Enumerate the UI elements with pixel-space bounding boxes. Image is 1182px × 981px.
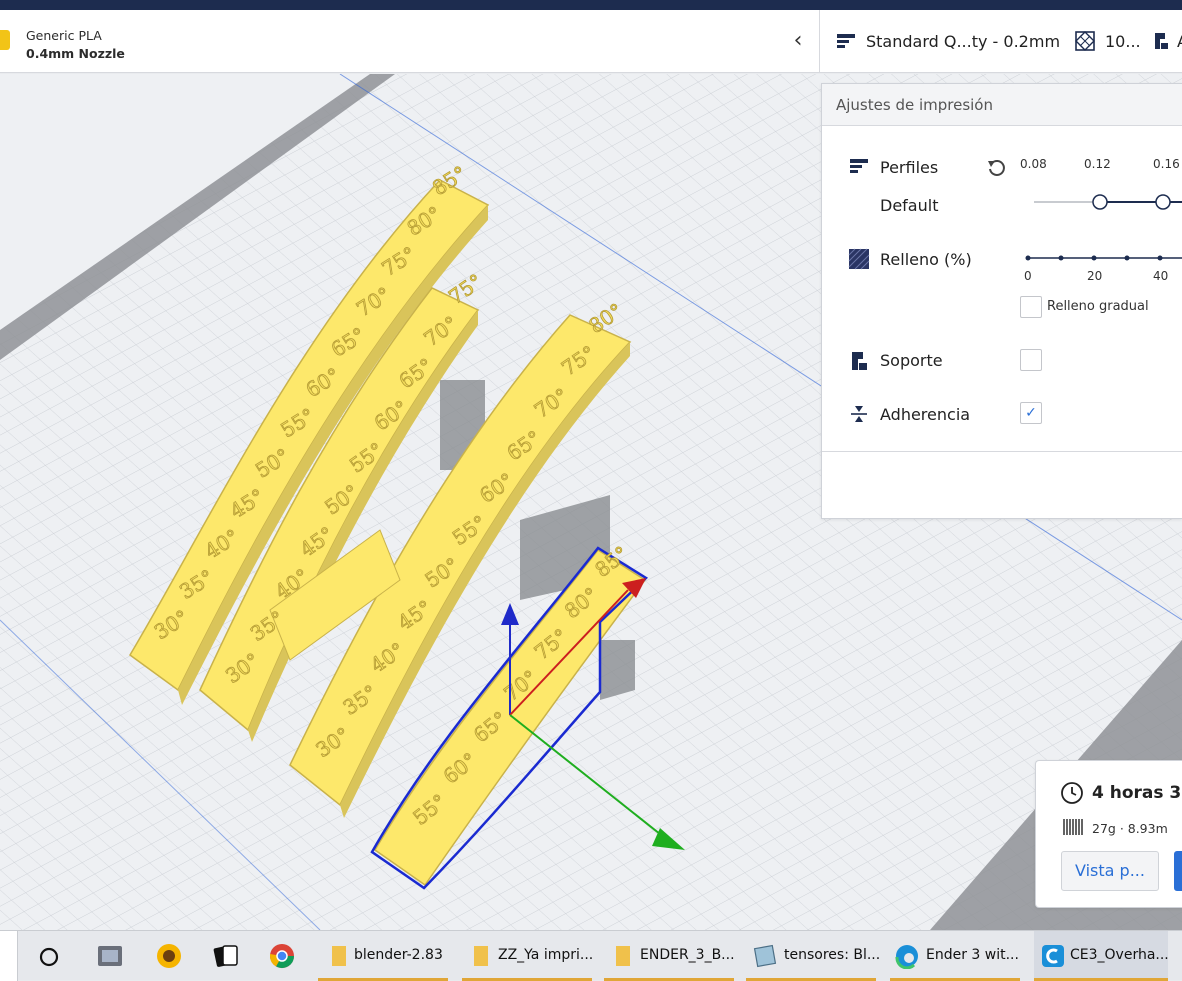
sunflower-app-icon[interactable] — [155, 942, 183, 970]
support-label: Soporte — [880, 351, 943, 370]
panel-divider — [822, 451, 1182, 452]
taskbar-label: blender-2.83 — [354, 947, 443, 963]
infill-pattern-icon — [848, 248, 870, 270]
profile-icon[interactable] — [836, 32, 856, 52]
layer-tick-1: 0.12 — [1084, 157, 1111, 171]
folder-icon — [332, 946, 346, 966]
reset-icon[interactable] — [986, 156, 1008, 178]
adhesion-checkbox[interactable]: ✓ — [1020, 402, 1042, 424]
cura-app-icon — [1042, 945, 1064, 967]
filament-icon — [1063, 819, 1083, 835]
folder-icon — [616, 946, 630, 966]
infill-icon[interactable] — [1075, 31, 1095, 51]
material-name[interactable]: Generic PLA — [26, 28, 102, 43]
layer-tick-2: 0.16 — [1153, 157, 1180, 171]
windows-taskbar: blender-2.83 ZZ_Ya impri... ENDER_3_B...… — [0, 930, 1182, 981]
gradual-infill-label: Relleno gradual — [1047, 299, 1149, 314]
taskbar-item-zz[interactable]: ZZ_Ya impri... — [462, 931, 594, 981]
panel-title: Ajustes de impresión — [836, 96, 993, 114]
infill-value[interactable]: 10... — [1105, 32, 1141, 51]
support-row-icon — [852, 352, 867, 370]
print-time[interactable]: 4 horas 32 m — [1092, 783, 1182, 803]
preview-button[interactable]: Vista p... — [1061, 851, 1159, 891]
taskbar-label: CE3_Overha... — [1070, 947, 1169, 963]
taskbar-item-cura[interactable]: CE3_Overha... — [1034, 931, 1169, 981]
support-checkbox[interactable] — [1020, 349, 1042, 371]
clock-icon — [1061, 782, 1083, 804]
layer-tick-0: 0.08 — [1020, 157, 1047, 171]
header-divider — [819, 10, 820, 73]
taskbar-item-ender3b[interactable]: ENDER_3_B... — [604, 931, 735, 981]
infill-slider[interactable] — [1022, 250, 1182, 266]
print-estimate-panel: 4 horas 32 m 27g · 8.93m Vista p... — [1035, 760, 1182, 908]
print-profile-name[interactable]: Standard Q...ty - 0.2mm — [866, 32, 1060, 51]
layer-height-slider[interactable] — [1032, 192, 1182, 212]
adhesion-label: Adherencia — [880, 405, 971, 424]
document-app-icon — [753, 944, 777, 968]
window-top-strip — [0, 0, 1182, 10]
taskbar-label: ZZ_Ya impri... — [498, 947, 594, 963]
taskbar-label: tensores: Bl... — [784, 947, 881, 963]
profiles-icon — [850, 159, 868, 173]
video-app-icon[interactable] — [96, 943, 124, 969]
collapse-chevron-icon[interactable]: ‹ — [786, 28, 810, 54]
infill-tick-40: 40 — [1153, 269, 1169, 283]
taskbar-item-blender[interactable]: blender-2.83 — [318, 931, 448, 981]
taskbar-label: Ender 3 wit... — [926, 947, 1019, 963]
taskbar-label: ENDER_3_B... — [640, 947, 735, 963]
adhesion-icon — [851, 406, 867, 422]
solitaire-app-icon[interactable] — [212, 942, 240, 970]
task-view-circle-icon[interactable] — [38, 946, 60, 968]
support-icon[interactable] — [1151, 31, 1169, 51]
search-box-edge[interactable] — [0, 931, 18, 981]
material-usage: 27g · 8.93m — [1092, 821, 1168, 836]
support-value-truncated[interactable]: A — [1177, 32, 1182, 51]
header-bar: Generic PLA 0.4mm Nozzle ‹ Standard Q...… — [0, 10, 1182, 73]
material-color-icon[interactable] — [0, 30, 10, 50]
profiles-label: Perfiles — [880, 158, 939, 177]
infill-tick-20: 20 — [1087, 269, 1103, 283]
print-settings-panel: Ajustes de impresión Perfiles 0.08 0.12 … — [821, 83, 1182, 519]
profile-default-label: Default — [880, 196, 939, 215]
nozzle-size[interactable]: 0.4mm Nozzle — [26, 46, 125, 61]
taskbar-item-tensores[interactable]: tensores: Bl... — [746, 931, 880, 981]
gradual-infill-checkbox[interactable] — [1020, 296, 1042, 318]
slice-button-edge[interactable] — [1174, 851, 1182, 891]
taskbar-item-edge[interactable]: Ender 3 wit... — [890, 931, 1020, 981]
infill-tick-0: 0 — [1024, 269, 1032, 283]
panel-title-bar: Ajustes de impresión — [822, 84, 1182, 126]
edge-browser-icon — [895, 945, 918, 969]
folder-icon — [474, 946, 488, 966]
infill-label: Relleno (%) — [880, 250, 972, 269]
chrome-icon[interactable] — [268, 942, 296, 970]
